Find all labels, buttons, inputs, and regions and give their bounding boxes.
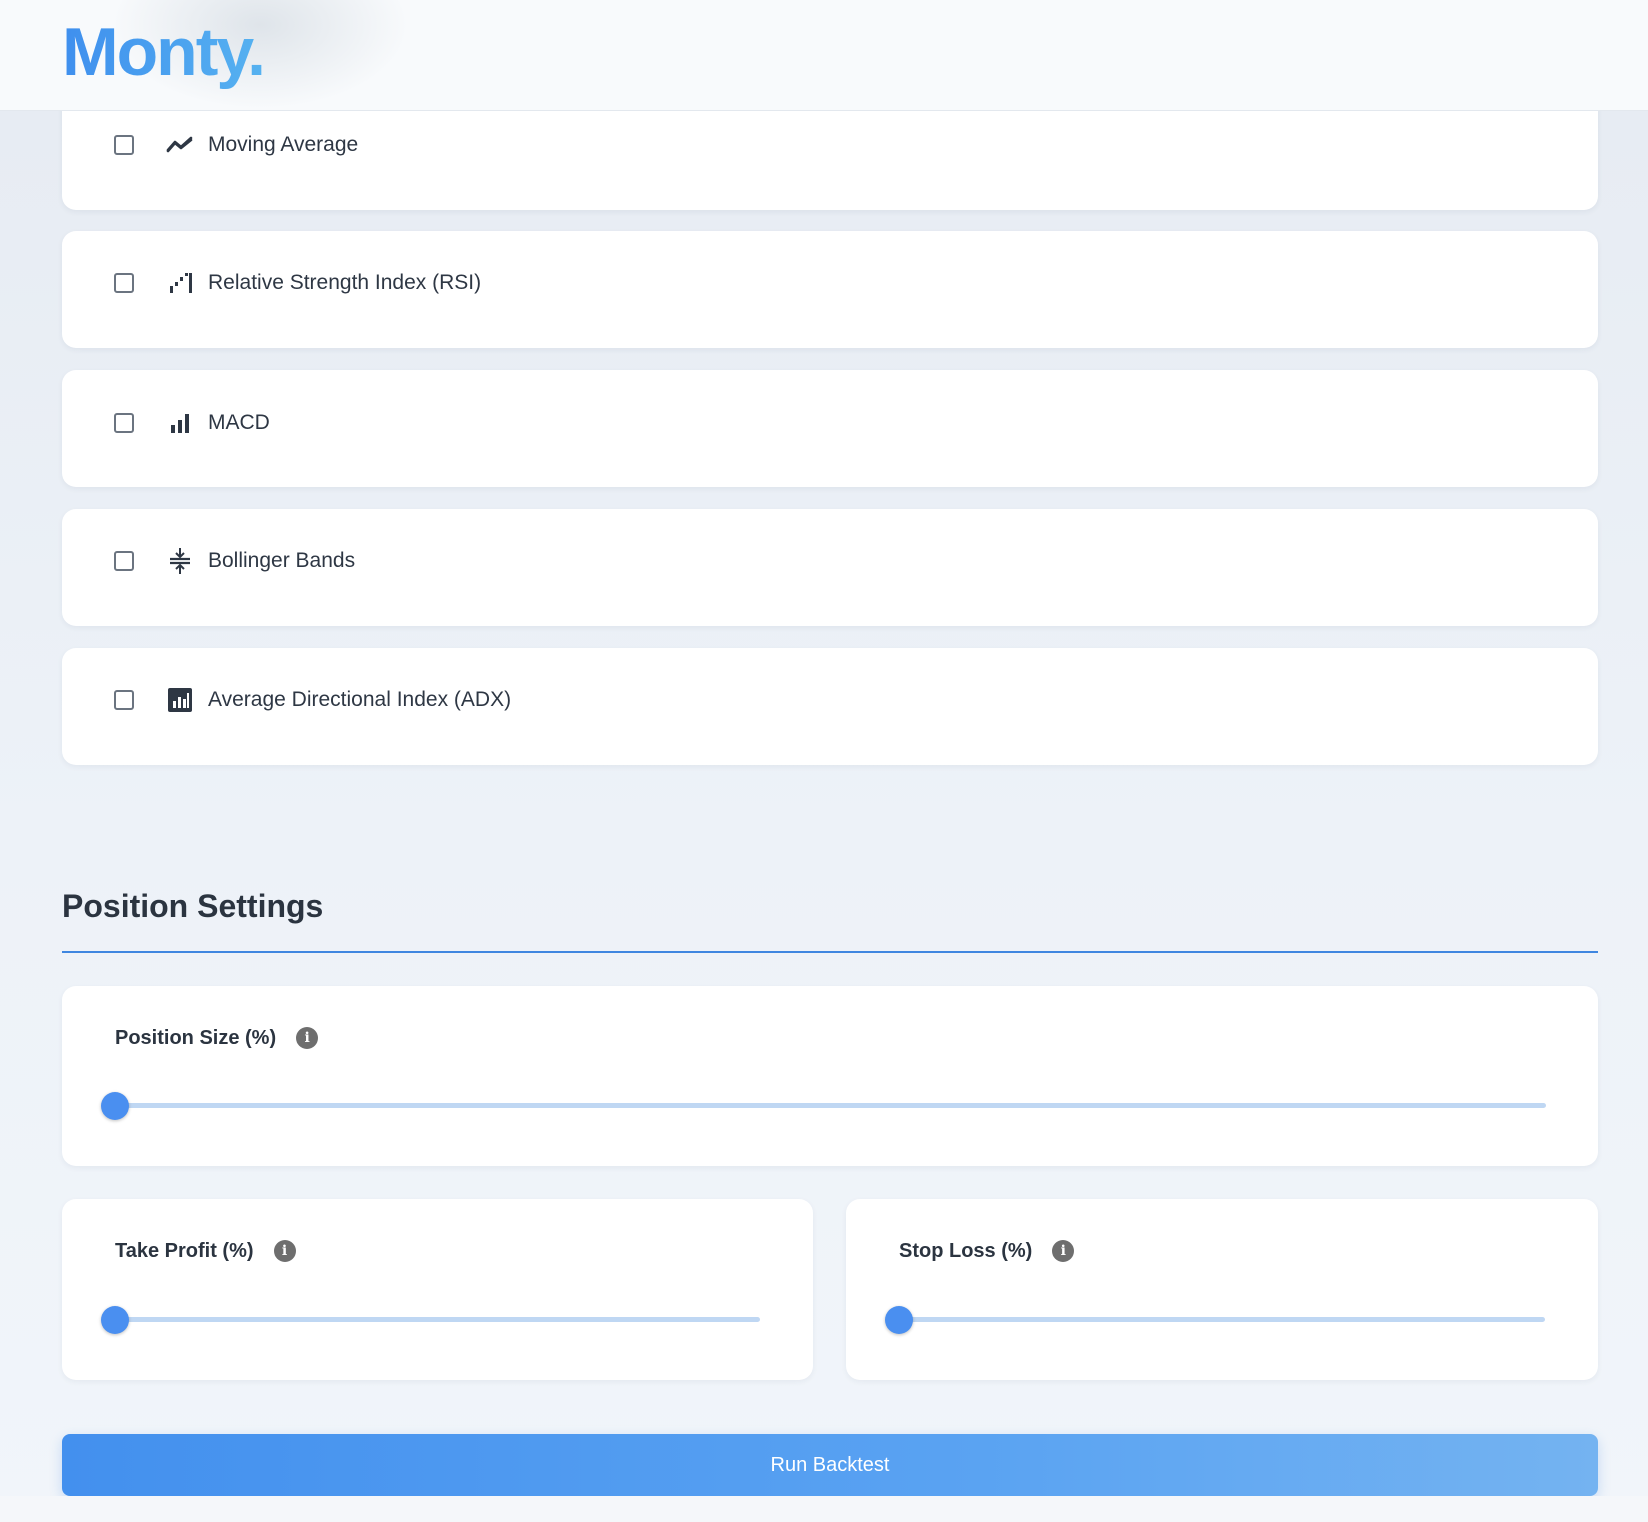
analytics-box-icon — [166, 686, 194, 714]
indicator-checkbox[interactable] — [114, 551, 134, 571]
app-header: Monty. — [0, 0, 1648, 111]
indicator-card-adx[interactable]: Average Directional Index (ADX) — [62, 648, 1598, 765]
indicator-label: Moving Average — [208, 133, 359, 156]
indicator-card-macd[interactable]: MACD — [62, 370, 1598, 487]
position-size-label-text: Position Size (%) — [115, 1027, 277, 1049]
indicator-card-rsi[interactable]: Relative Strength Index (RSI) — [62, 231, 1598, 348]
indicator-checkbox[interactable] — [114, 413, 134, 433]
info-icon[interactable]: i — [273, 1240, 296, 1262]
app-logo[interactable]: Monty. — [62, 8, 264, 96]
bar-chart-icon — [166, 409, 194, 437]
take-profit-card: Take Profit (%) i — [62, 1199, 813, 1380]
indicator-checkbox[interactable] — [114, 690, 134, 710]
stop-loss-label-text: Stop Loss (%) — [899, 1240, 1033, 1262]
trend-line-icon — [166, 131, 194, 159]
take-profit-slider-track[interactable] — [114, 1317, 760, 1322]
indicator-label: Relative Strength Index (RSI) — [208, 271, 482, 294]
position-size-slider-thumb[interactable] — [101, 1092, 129, 1120]
section-divider — [62, 951, 1598, 953]
footer-strip — [0, 1496, 1648, 1522]
logo-dot: . — [247, 14, 265, 90]
logo-text: Monty — [62, 14, 248, 90]
indicator-card-bollinger[interactable]: Bollinger Bands — [62, 509, 1598, 626]
indicator-checkbox[interactable] — [114, 273, 134, 293]
indicator-checkbox[interactable] — [114, 135, 134, 155]
section-title-position-settings: Position Settings — [62, 888, 324, 924]
position-size-card: Position Size (%) i — [62, 986, 1598, 1166]
stop-loss-card: Stop Loss (%) i — [846, 1199, 1598, 1380]
info-icon[interactable]: i — [1052, 1240, 1075, 1262]
stop-loss-slider-thumb[interactable] — [885, 1306, 913, 1334]
take-profit-label: Take Profit (%) i — [115, 1237, 296, 1265]
position-size-label: Position Size (%) i — [115, 1024, 319, 1052]
indicator-label: MACD — [208, 411, 270, 434]
stop-loss-slider-track[interactable] — [898, 1317, 1545, 1322]
stop-loss-label: Stop Loss (%) i — [899, 1237, 1075, 1265]
indicator-label: Average Directional Index (ADX) — [208, 688, 512, 711]
compress-vertical-icon — [166, 547, 194, 575]
info-icon[interactable]: i — [296, 1027, 319, 1049]
run-backtest-button[interactable]: Run Backtest — [62, 1434, 1598, 1496]
signal-bars-icon — [166, 269, 194, 297]
take-profit-label-text: Take Profit (%) — [115, 1240, 254, 1262]
indicator-label: Bollinger Bands — [208, 549, 356, 572]
take-profit-slider-thumb[interactable] — [101, 1306, 129, 1334]
position-size-slider-track[interactable] — [114, 1103, 1546, 1108]
